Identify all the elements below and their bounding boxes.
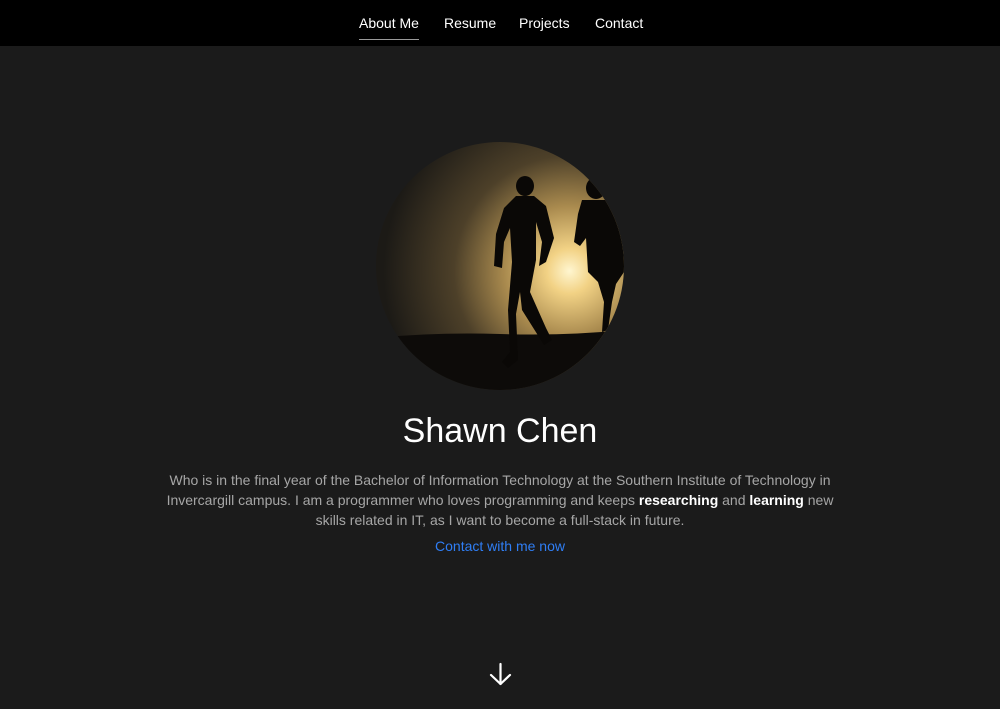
active-nav-indicator <box>359 39 419 40</box>
bio-bold-learning: learning <box>749 492 804 508</box>
nav-contact-label: Contact <box>595 15 644 31</box>
nav-projects-label: Projects <box>519 15 570 31</box>
profile-photo <box>376 142 624 390</box>
bio-paragraph: Who is in the final year of the Bachelor… <box>150 470 850 530</box>
nav-resume-label: Resume <box>444 15 497 31</box>
contact-link-container: Contact with me now <box>0 537 1000 555</box>
arrow-down-icon[interactable] <box>488 662 513 687</box>
nav-about-me-label: About Me <box>359 15 419 31</box>
top-navigation: About Me Resume Projects Contact <box>0 0 1000 46</box>
nav-projects[interactable]: Projects <box>519 15 570 32</box>
page-title: Shawn Chen <box>402 412 598 450</box>
runners-silhouette-photo <box>376 142 624 390</box>
contact-me-link[interactable]: Contact with me now <box>435 538 565 554</box>
nav-about-me[interactable]: About Me <box>359 15 419 40</box>
nav-contact[interactable]: Contact <box>595 15 643 32</box>
nav-resume[interactable]: Resume <box>444 15 496 32</box>
bio-bold-researching: researching <box>638 492 719 508</box>
bio-text-2: and <box>718 492 750 508</box>
